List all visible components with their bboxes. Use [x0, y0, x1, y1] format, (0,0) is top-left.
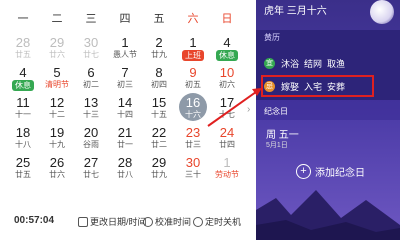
pointer-arrow — [207, 88, 262, 127]
